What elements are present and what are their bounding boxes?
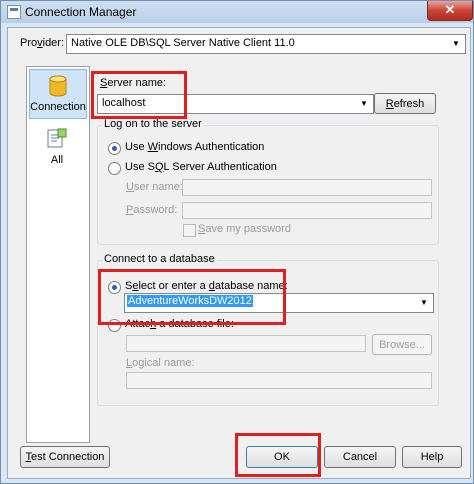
save-password-checkbox[interactable] <box>183 224 196 237</box>
browse-button[interactable]: Browse... <box>372 334 432 355</box>
server-name-label: Server name: <box>100 77 167 89</box>
logical-name-field[interactable] <box>126 372 432 389</box>
refresh-button[interactable]: Refresh <box>374 93 436 114</box>
windows-auth-label: Use Windows Authentication <box>125 141 265 153</box>
database-file-field[interactable] <box>126 335 366 352</box>
chevron-down-icon: ▼ <box>420 298 428 307</box>
database-name-value: AdventureWorksDW2012 <box>127 295 253 307</box>
sidebar-item-connection[interactable]: Connection <box>29 69 87 119</box>
property-sheet-icon <box>47 128 67 148</box>
sidebar-item-label: All <box>50 154 64 166</box>
database-group-title: Connect to a database <box>102 253 217 265</box>
windows-auth-radio[interactable] <box>108 142 121 155</box>
dialog-client: Provider: Native OLE DB\SQL Server Nativ… <box>7 27 471 479</box>
server-name-dropdown[interactable]: localhost ▼ <box>97 94 374 114</box>
password-field[interactable] <box>182 202 432 219</box>
database-cylinder-icon <box>49 75 67 97</box>
user-name-field[interactable] <box>182 179 432 196</box>
test-connection-button[interactable]: Test Connection <box>20 446 110 468</box>
help-button[interactable]: Help <box>402 446 462 468</box>
logon-group-title: Log on to the server <box>102 118 204 130</box>
close-button[interactable]: ✕ <box>427 1 473 21</box>
sql-auth-radio[interactable] <box>108 162 121 175</box>
title-bar: Connection Manager ✕ <box>1 1 473 23</box>
connection-manager-window: Connection Manager ✕ Provider: Native OL… <box>0 0 474 484</box>
attach-database-radio[interactable] <box>108 319 121 332</box>
logical-name-label: Logical name: <box>126 357 195 369</box>
page-sidebar: Connection All <box>26 66 90 443</box>
user-name-label: User name: <box>126 181 183 193</box>
sidebar-item-label: Connection <box>30 101 86 113</box>
password-label: Password: <box>126 204 178 216</box>
server-name-value: localhost <box>102 97 146 109</box>
database-name-selection: AdventureWorksDW2012 <box>127 295 253 307</box>
attach-database-label: Attach a database file: <box>125 318 234 330</box>
provider-dropdown[interactable]: Native OLE DB\SQL Server Native Client 1… <box>66 34 466 54</box>
app-icon <box>7 5 21 19</box>
close-icon: ✕ <box>444 2 456 17</box>
cancel-button[interactable]: Cancel <box>324 446 396 468</box>
chevron-down-icon: ▼ <box>360 99 368 108</box>
chevron-down-icon: ▼ <box>452 39 460 48</box>
sql-auth-label: Use SQL Server Authentication <box>125 161 277 173</box>
ok-button[interactable]: OK <box>246 446 318 468</box>
save-password-label: Save my password <box>198 223 291 235</box>
select-database-radio[interactable] <box>108 281 121 294</box>
window-title: Connection Manager <box>25 5 137 19</box>
database-name-dropdown[interactable]: AdventureWorksDW2012 ▼ <box>124 293 434 313</box>
select-database-label: Select or enter a database name: <box>125 280 288 292</box>
provider-value: Native OLE DB\SQL Server Native Client 1… <box>71 37 295 49</box>
sidebar-item-all[interactable]: All <box>29 127 85 171</box>
provider-label: Provider: <box>20 37 65 49</box>
